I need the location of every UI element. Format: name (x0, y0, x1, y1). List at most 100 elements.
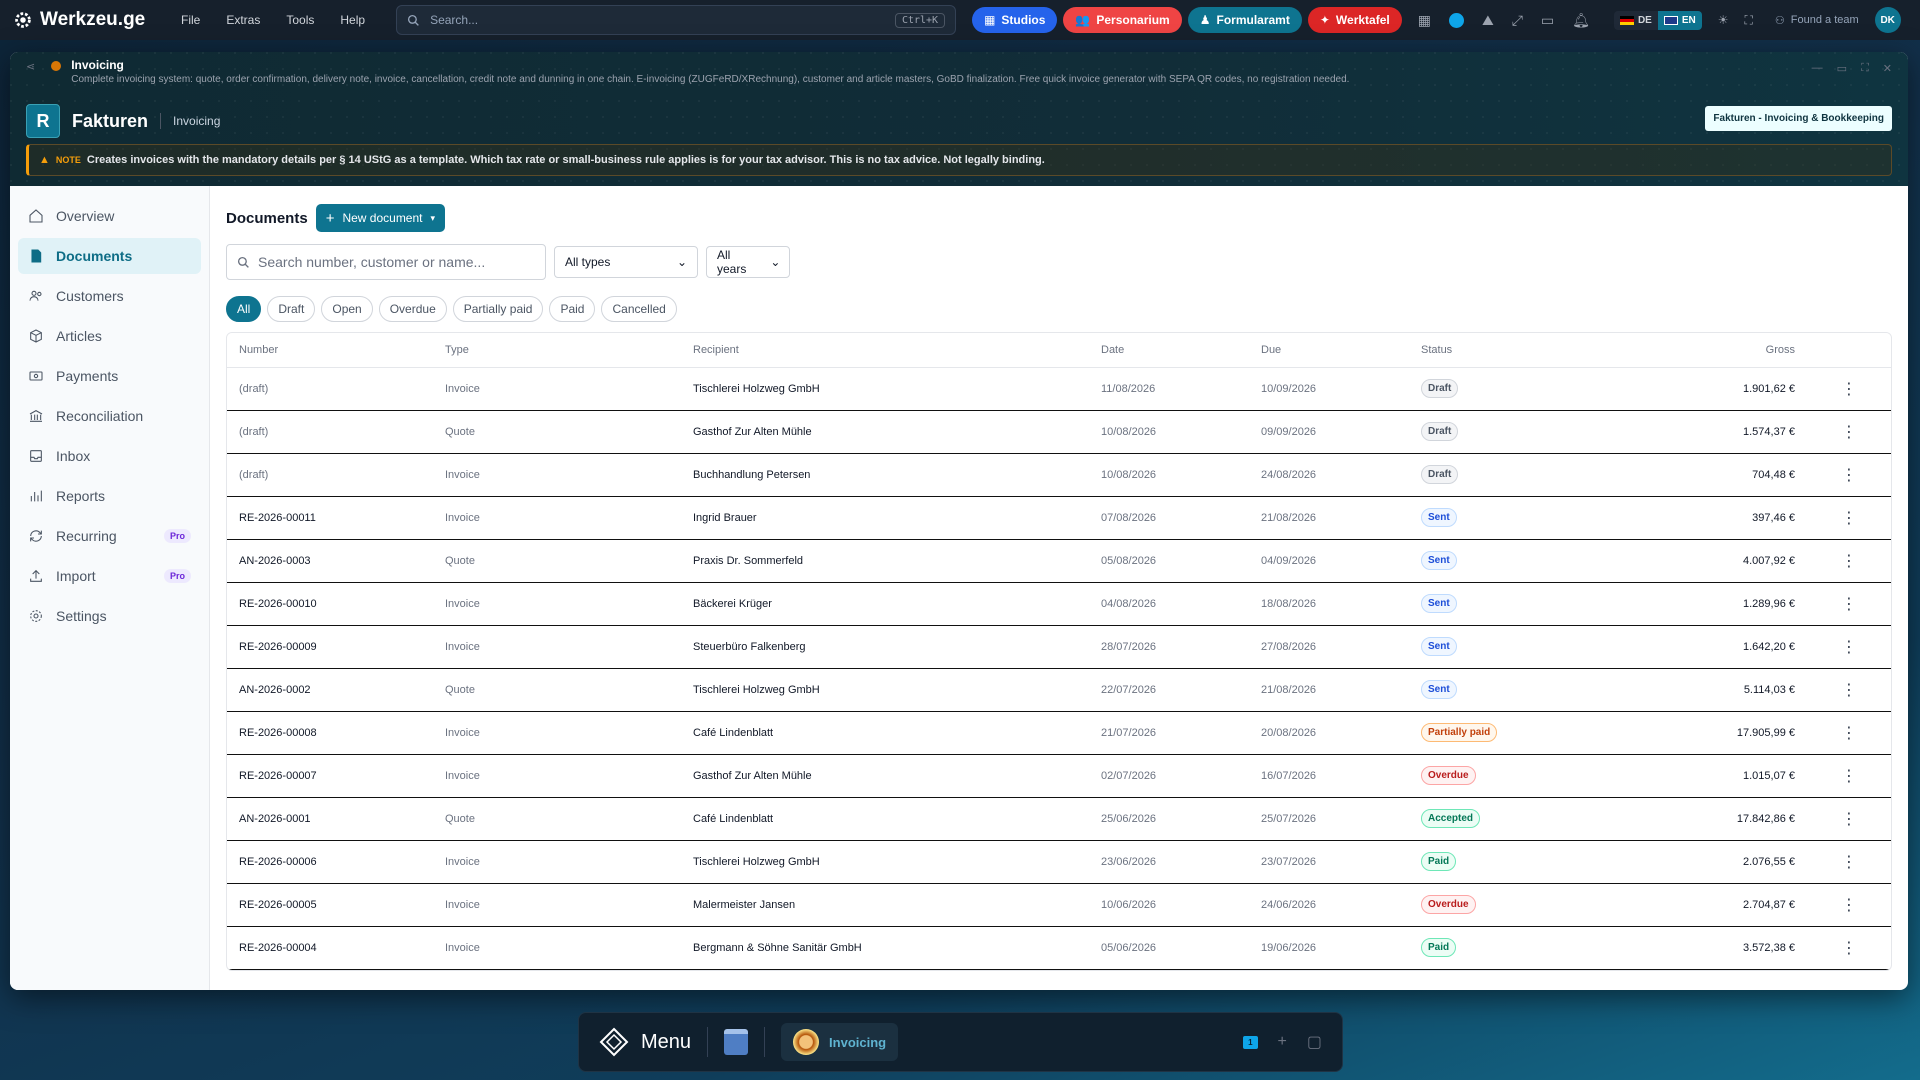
share-icon[interactable]: ⋖ (26, 60, 35, 73)
row-actions-icon[interactable]: ⋮ (1807, 711, 1891, 755)
window-icon[interactable]: ▭ (1541, 12, 1554, 29)
col-number[interactable]: Number (227, 333, 433, 368)
row-actions-icon[interactable]: ⋮ (1807, 840, 1891, 884)
chip-all[interactable]: All (226, 296, 262, 322)
brand-logo[interactable]: Werkzeu.ge (12, 9, 168, 31)
row-actions-icon[interactable]: ⋮ (1807, 754, 1891, 798)
row-actions-icon[interactable]: ⋮ (1807, 367, 1891, 411)
row-actions-icon[interactable]: ⋮ (1807, 668, 1891, 712)
row-actions-icon[interactable]: ⋮ (1807, 453, 1891, 497)
col-gross[interactable]: Gross (1529, 333, 1807, 368)
pill-formularamt[interactable]: ♟ Formularamt (1187, 7, 1302, 33)
col-recipient[interactable]: Recipient (681, 333, 1089, 368)
dock-menu-button[interactable]: Menu (599, 1027, 691, 1057)
sidebar-item-settings[interactable]: Settings (18, 598, 201, 634)
menu-help[interactable]: Help (327, 13, 378, 27)
table-row[interactable]: (draft) Invoice Tischlerei Holzweg GmbH 11/… (227, 367, 1891, 411)
cell-type: Invoice (433, 367, 681, 411)
new-document-button[interactable]: + New document ▾ (315, 204, 446, 232)
chip-paid[interactable]: Paid (549, 296, 596, 322)
type-select[interactable]: All types ⌄ (554, 246, 698, 278)
sidebar-item-reconciliation[interactable]: Reconciliation (18, 398, 201, 434)
col-type[interactable]: Type (433, 333, 681, 368)
table-row[interactable]: (draft) Invoice Buchhandlung Petersen 10/08… (227, 453, 1891, 497)
cell-date: 04/08/2026 (1089, 582, 1249, 626)
cell-due: 24/08/2026 (1249, 453, 1409, 497)
files-app-icon[interactable] (724, 1029, 749, 1055)
minimize-icon[interactable]: — (1812, 62, 1823, 75)
user-avatar[interactable]: DK (1874, 7, 1901, 33)
row-actions-icon[interactable]: ⋮ (1807, 926, 1891, 970)
sidebar-item-label: Articles (56, 328, 102, 344)
sidebar-item-label: Reports (56, 488, 106, 504)
chip-draft[interactable]: Draft (267, 296, 316, 322)
sidebar-item-recurring[interactable]: Recurring Pro (18, 518, 201, 554)
cell-number: RE-2026-00005 (227, 883, 433, 927)
sidebar-item-reports[interactable]: Reports (18, 478, 201, 514)
table-row[interactable]: RE-2026-00010 Invoice Bäckerei Krüger 04/08… (227, 582, 1891, 626)
document-search-input[interactable]: Search number, customer or name... (226, 244, 546, 280)
table-row[interactable]: AN-2026-0002 Quote Tischlerei Holzweg GmbH… (227, 668, 1891, 712)
row-actions-icon[interactable]: ⋮ (1807, 883, 1891, 927)
table-header-row: Number Type Recipient Date Due Status Gr… (227, 333, 1891, 368)
table-row[interactable]: RE-2026-00009 Invoice Steuerbüro Falkenber… (227, 625, 1891, 669)
pill-werktafel[interactable]: ✦ Werktafel (1307, 7, 1402, 33)
table-row[interactable]: (draft) Quote Gasthof Zur Alten Mühle 10/08… (227, 410, 1891, 454)
close-icon[interactable]: ✕ (1883, 62, 1892, 75)
invoicing-window: ⋖ Invoicing Complete invoicing system: q… (10, 52, 1908, 990)
col-due[interactable]: Due (1249, 333, 1409, 368)
row-actions-icon[interactable]: ⋮ (1807, 582, 1891, 626)
maximize-icon[interactable]: ⛶ (1861, 62, 1869, 75)
row-actions-icon[interactable]: ⋮ (1807, 539, 1891, 583)
table-row[interactable]: AN-2026-0003 Quote Praxis Dr. Sommerfeld 05… (227, 539, 1891, 583)
menu-extras[interactable]: Extras (213, 13, 273, 27)
row-actions-icon[interactable]: ⋮ (1807, 496, 1891, 540)
bell-icon[interactable]: 🔔︎ (1572, 12, 1590, 29)
sun-icon[interactable]: ☀ (1718, 13, 1729, 27)
sidebar-item-inbox[interactable]: Inbox (18, 438, 201, 474)
global-search-input[interactable]: Search... Ctrl+K (396, 5, 957, 35)
chip-overdue[interactable]: Overdue (378, 296, 447, 322)
menu-tools[interactable]: Tools (273, 13, 327, 27)
table-row[interactable]: RE-2026-00005 Invoice Malermeister Jansen 1… (227, 883, 1891, 927)
chip-open[interactable]: Open (321, 296, 373, 322)
table-row[interactable]: RE-2026-00011 Invoice Ingrid Brauer 07/08/2… (227, 496, 1891, 540)
add-workspace-icon[interactable]: + (1278, 1033, 1287, 1051)
chip-partially-paid[interactable]: Partially paid (452, 296, 544, 322)
dock-app-invoicing[interactable]: Invoicing (781, 1023, 899, 1061)
mountain-icon[interactable]: ⛰ (1482, 12, 1494, 29)
table-row[interactable]: RE-2026-00004 Invoice Bergmann & Söhne San… (227, 926, 1891, 970)
cell-date: 10/08/2026 (1089, 453, 1249, 497)
sidebar-item-customers[interactable]: Customers (18, 278, 201, 314)
table-row[interactable]: RE-2026-00008 Invoice Café Lindenblatt 21/0… (227, 711, 1891, 755)
row-actions-icon[interactable]: ⋮ (1807, 410, 1891, 454)
found-team-link[interactable]: ⚇ Found a team (1775, 14, 1859, 27)
pill-personarium[interactable]: 👥 Personarium (1063, 7, 1182, 33)
row-actions-icon[interactable]: ⋮ (1807, 625, 1891, 669)
lang-en[interactable]: EN (1657, 10, 1702, 30)
table-row[interactable]: AN-2026-0001 Quote Café Lindenblatt 25/06/2… (227, 797, 1891, 841)
menu-file[interactable]: File (168, 13, 213, 27)
pill-studios[interactable]: ▦ Studios (972, 7, 1058, 33)
sidebar-item-overview[interactable]: Overview (18, 198, 201, 234)
sidebar-item-payments[interactable]: Payments (18, 358, 201, 394)
fullscreen-icon[interactable]: ⛶ (1745, 13, 1753, 28)
sidebar-item-articles[interactable]: Articles (18, 318, 201, 354)
chip-cancelled[interactable]: Cancelled (601, 296, 677, 322)
expand-icon[interactable]: ⤢ (1512, 12, 1523, 29)
col-status[interactable]: Status (1409, 333, 1529, 368)
row-actions-icon[interactable]: ⋮ (1807, 797, 1891, 841)
grid-icon[interactable]: ▦ (1418, 12, 1431, 29)
brand-button[interactable]: Fakturen - Invoicing & Bookkeeping (1705, 106, 1892, 131)
workspace-indicator[interactable]: 1 (1243, 1035, 1258, 1049)
year-select[interactable]: All years ⌄ (706, 246, 790, 278)
restore-icon[interactable]: ▭ (1837, 62, 1847, 75)
col-date[interactable]: Date (1089, 333, 1249, 368)
lang-de[interactable]: DE (1613, 10, 1658, 30)
table-row[interactable]: RE-2026-00006 Invoice Tischlerei Holzweg G… (227, 840, 1891, 884)
globe-icon[interactable] (1448, 12, 1464, 28)
sidebar-item-documents[interactable]: Documents (18, 238, 201, 274)
sidebar-item-import[interactable]: Import Pro (18, 558, 201, 594)
table-row[interactable]: RE-2026-00007 Invoice Gasthof Zur Alten Mü… (227, 754, 1891, 798)
show-desktop-icon[interactable]: ▢ (1307, 1032, 1322, 1052)
